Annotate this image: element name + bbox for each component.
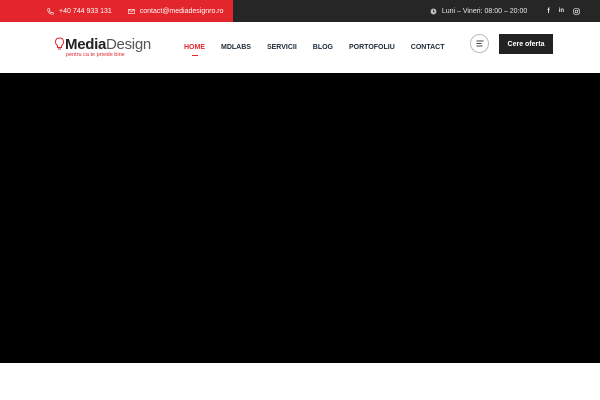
nav-label: SERVICII — [266, 44, 297, 51]
lightbulb-icon — [54, 37, 65, 50]
phone-icon — [47, 7, 54, 15]
nav-label: HOME — [184, 44, 205, 51]
site-logo[interactable]: MediaDesign pentru ca te privide bine — [54, 36, 151, 62]
logo-media-text: Media — [65, 36, 107, 53]
menu-lines-icon — [476, 40, 483, 47]
request-offer-button[interactable]: Cere oferta — [499, 34, 553, 54]
main-navigation: HOME MDLABS SERVICII BLOG PORTOFOLIU CON… — [184, 22, 444, 73]
nav-item-home[interactable]: HOME — [184, 44, 205, 56]
social-links: f in — [547, 8, 580, 15]
nav-label: MDLABS — [221, 44, 251, 51]
nav-item-blog[interactable]: BLOG — [313, 44, 333, 51]
phone-number: +40 744 933 131 — [59, 7, 112, 15]
logo-design-text: Design — [106, 36, 151, 53]
hero-video[interactable] — [0, 73, 600, 363]
nav-label: PORTOFOLIU — [349, 44, 395, 51]
active-indicator — [191, 55, 198, 56]
email-address: contact@mediadesignro.ro — [139, 7, 224, 15]
logo-tagline: pentru ca te privide bine — [66, 52, 125, 58]
email-contact[interactable]: contact@mediadesignro.ro — [127, 7, 224, 15]
nav-item-contact[interactable]: CONTACT — [411, 44, 445, 51]
nav-item-servicii[interactable]: SERVICII — [267, 44, 297, 51]
hours-text: Luni – Vineri: 08:00 – 20:00 — [441, 7, 528, 15]
phone-contact[interactable]: +40 744 933 131 — [47, 8, 112, 15]
side-menu-button[interactable] — [470, 34, 489, 53]
linkedin-icon[interactable]: in — [559, 8, 564, 14]
hours-social-strip: Luni – Vineri: 08:00 – 20:00 f in — [233, 0, 600, 22]
page-content-area — [0, 363, 600, 400]
facebook-icon[interactable]: f — [547, 8, 549, 15]
logo-wordmark: MediaDesign — [65, 36, 151, 53]
top-bar: +40 744 933 131 contact@mediadesignro.ro… — [0, 0, 600, 22]
main-header: MediaDesign pentru ca te privide bine HO… — [0, 22, 600, 73]
clock-icon — [430, 8, 437, 14]
contact-strip: +40 744 933 131 contact@mediadesignro.ro — [0, 0, 233, 22]
nav-label: BLOG — [312, 44, 334, 51]
instagram-icon[interactable] — [573, 7, 580, 15]
working-hours: Luni – Vineri: 08:00 – 20:00 — [430, 7, 528, 15]
envelope-icon — [127, 8, 135, 14]
nav-item-portofoliu[interactable]: PORTOFOLIU — [349, 44, 395, 51]
nav-label: CONTACT — [410, 44, 445, 51]
nav-item-mdlabs[interactable]: MDLABS — [221, 44, 251, 51]
